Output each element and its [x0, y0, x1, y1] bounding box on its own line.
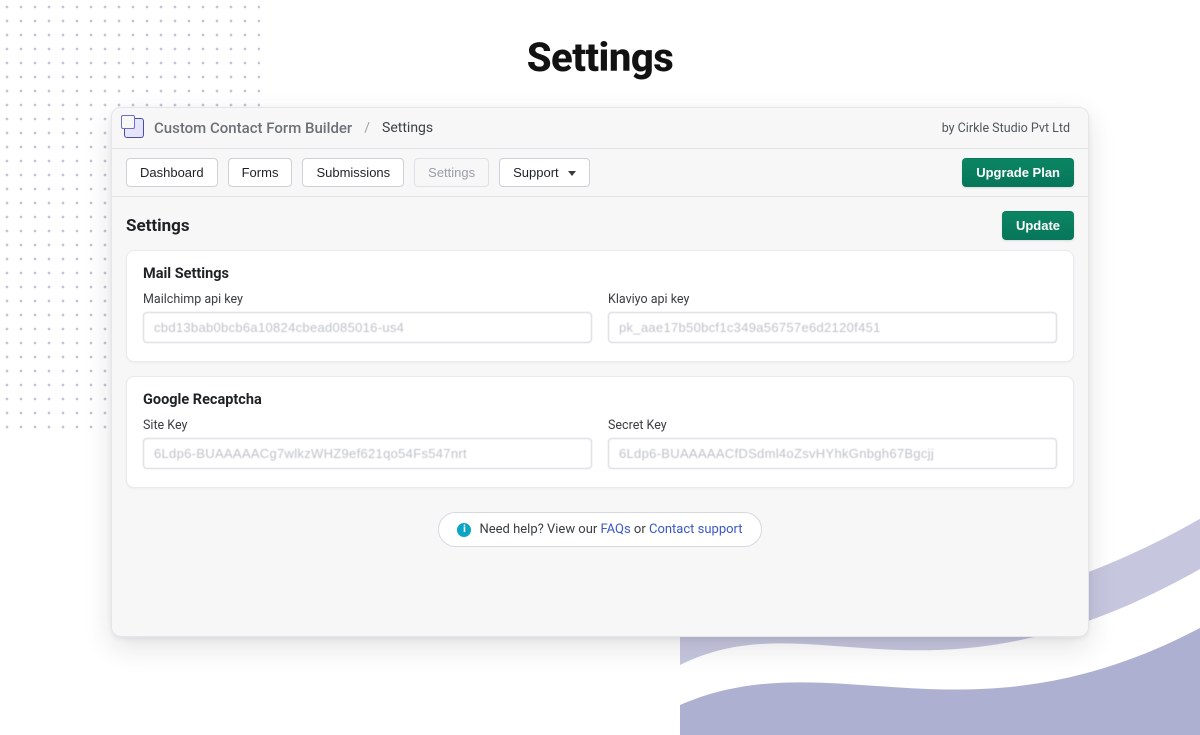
help-text-prefix: Need help? View our [479, 522, 600, 537]
breadcrumb-separator: / [364, 120, 370, 136]
klaviyo-api-key-label: Klaviyo api key [608, 292, 1057, 307]
mail-settings-card: Mail Settings Mailchimp api key Klaviyo … [126, 250, 1074, 362]
app-byline: by Cirkle Studio Pvt Ltd [942, 121, 1070, 136]
mailchimp-api-key-label: Mailchimp api key [143, 292, 592, 307]
tab-settings[interactable]: Settings [414, 158, 489, 187]
faqs-link[interactable]: FAQs [601, 522, 631, 537]
section-header: Settings Update [112, 197, 1088, 250]
secret-key-label: Secret Key [608, 418, 1057, 433]
tab-forms[interactable]: Forms [228, 158, 293, 187]
tab-support-label: Support [513, 165, 559, 180]
upgrade-plan-button[interactable]: Upgrade Plan [962, 158, 1074, 187]
site-key-input[interactable] [143, 438, 592, 469]
update-button[interactable]: Update [1002, 211, 1074, 240]
app-name: Custom Contact Form Builder [154, 119, 352, 137]
site-key-label: Site Key [143, 418, 592, 433]
recaptcha-card: Google Recaptcha Site Key Secret Key [126, 376, 1074, 488]
klaviyo-api-key-input[interactable] [608, 312, 1057, 343]
section-title: Settings [126, 216, 190, 236]
help-pill: i Need help? View our FAQs or Contact su… [438, 512, 761, 547]
mail-settings-title: Mail Settings [143, 265, 1057, 282]
app-logo-icon [124, 118, 144, 138]
recaptcha-title: Google Recaptcha [143, 391, 1057, 408]
breadcrumb-current: Settings [382, 120, 433, 136]
tab-bar: Dashboard Forms Submissions Settings Sup… [112, 149, 1088, 197]
help-text-middle: or [631, 522, 649, 537]
app-header: Custom Contact Form Builder / Settings b… [112, 108, 1088, 149]
tab-support[interactable]: Support [499, 158, 590, 187]
info-icon: i [457, 523, 471, 537]
page-title: Settings [0, 34, 1200, 81]
tab-submissions[interactable]: Submissions [302, 158, 404, 187]
app-window: Custom Contact Form Builder / Settings b… [111, 107, 1089, 637]
chevron-down-icon [568, 171, 576, 176]
contact-support-link[interactable]: Contact support [649, 522, 743, 537]
secret-key-input[interactable] [608, 438, 1057, 469]
mailchimp-api-key-input[interactable] [143, 312, 592, 343]
tab-dashboard[interactable]: Dashboard [126, 158, 218, 187]
